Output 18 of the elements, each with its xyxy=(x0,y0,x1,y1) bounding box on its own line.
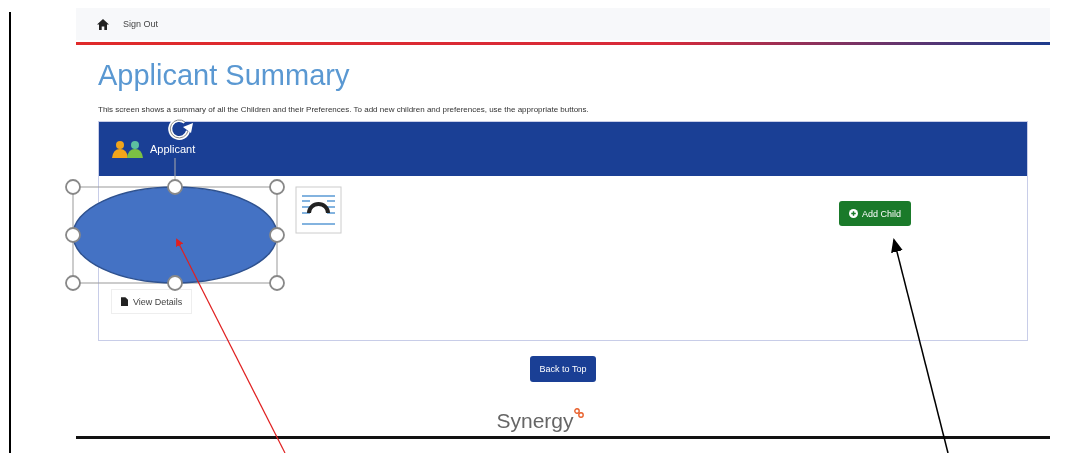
back-to-top-button[interactable]: Back to Top xyxy=(529,356,597,382)
layout-options-icon[interactable] xyxy=(295,186,342,234)
people-icon xyxy=(111,140,145,158)
panel-heading: Applicant xyxy=(150,143,196,155)
ellipse-shape[interactable] xyxy=(72,186,278,284)
home-icon[interactable] xyxy=(97,18,109,30)
resize-handles[interactable] xyxy=(65,179,285,291)
view-details-button[interactable]: View Details xyxy=(111,289,193,314)
page-title: Applicant Summary xyxy=(98,58,351,93)
logo-mark-icon xyxy=(573,408,584,418)
document-icon xyxy=(121,297,128,306)
add-child-button[interactable]: Add Child xyxy=(838,201,911,226)
page-description: This screen shows a summary of all the Children and their Preferences. To add new children and preferences, use the appropriate buttons. xyxy=(98,105,590,115)
sign-out-link[interactable]: Sign Out xyxy=(123,19,159,29)
rotate-handle-icon[interactable] xyxy=(168,117,193,140)
plus-circle-icon xyxy=(848,209,858,218)
synergy-logo: Synergy xyxy=(496,408,574,434)
selection-frame[interactable] xyxy=(72,157,278,284)
